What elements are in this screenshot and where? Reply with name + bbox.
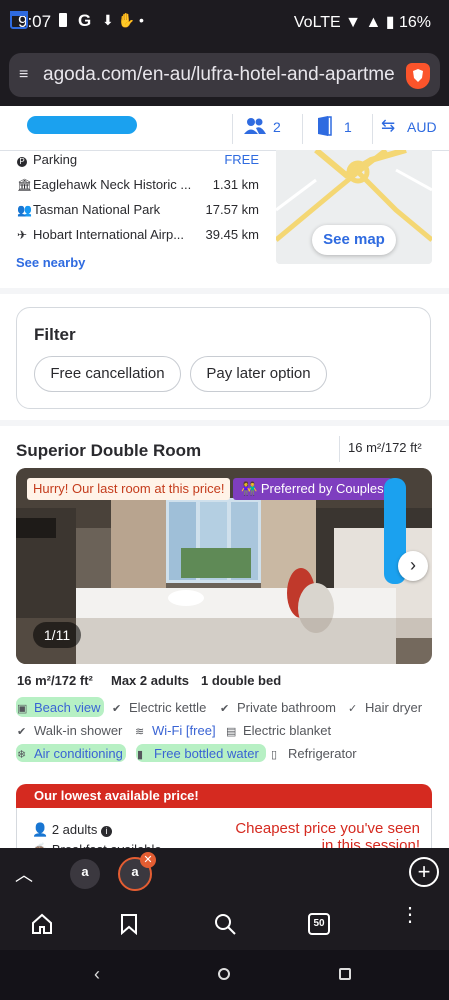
- couple-icon: 👫: [241, 481, 261, 496]
- amenity-item: ▣ Beach view: [17, 700, 101, 715]
- bottle-icon: ▮: [137, 749, 144, 761]
- photo-counter: 1/11: [33, 622, 81, 648]
- person-icon: 👤: [32, 822, 49, 837]
- lowest-price-banner: Our lowest available price!: [16, 784, 432, 808]
- close-tab-icon[interactable]: ✕: [140, 852, 156, 868]
- notification-icon: [59, 13, 67, 27]
- new-tab-icon[interactable]: +: [409, 857, 439, 887]
- pay-later-chip[interactable]: Pay later option: [190, 356, 327, 392]
- nearby-item: ✈ Hobart International Airp...: [17, 227, 184, 242]
- airplane-icon: ✈: [17, 228, 28, 242]
- room-title: Superior Double Room: [16, 441, 202, 460]
- room-count[interactable]: 1: [344, 119, 352, 135]
- divider: [302, 114, 303, 144]
- recents-icon[interactable]: [339, 968, 351, 980]
- browser-toolbar: ≡ agoda.com/en-au/lufra-hotel-and-apartm…: [0, 46, 449, 106]
- nearby-name: Tasman National Park: [33, 202, 161, 217]
- menu-icon[interactable]: ⋮: [400, 905, 420, 925]
- next-photo-button[interactable]: ›: [398, 551, 428, 581]
- chevron-up-icon[interactable]: ︿: [15, 861, 33, 887]
- see-map-button[interactable]: See map: [312, 225, 396, 255]
- site-settings-icon[interactable]: ≡: [19, 66, 39, 84]
- park-icon: 👥: [17, 203, 32, 217]
- nearby-name: Parking: [33, 152, 78, 167]
- preferred-by-couples-badge: 👫 Preferred by Couples: [233, 478, 392, 500]
- see-nearby-link[interactable]: See nearby: [16, 255, 85, 270]
- browser-tab-strip: ︿ ✕ +: [0, 848, 449, 900]
- amenity-item: ✓ Hair dryer: [348, 700, 423, 715]
- status-notification-icons: ⬇ ✋ •: [102, 12, 144, 28]
- currency-exchange-icon: ⇆: [381, 116, 396, 135]
- info-icon[interactable]: i: [100, 826, 112, 837]
- nearby-name: Hobart International Airp...: [33, 227, 185, 242]
- home-icon[interactable]: [31, 913, 53, 940]
- tab-count-button[interactable]: 50: [308, 913, 330, 935]
- nearby-name: Eaglehawk Neck Historic ...: [33, 177, 192, 192]
- amenity-item: ▮ Free bottled water: [137, 746, 259, 761]
- nearby-item: P Parking: [17, 152, 77, 167]
- address-bar[interactable]: ≡ agoda.com/en-au/lufra-hotel-and-apartm…: [9, 53, 440, 97]
- check-icon: ✔: [112, 703, 122, 715]
- amenity-item: ✔ Private bathroom: [220, 700, 336, 715]
- divider: [339, 436, 340, 462]
- back-icon[interactable]: ‹: [94, 964, 100, 985]
- nearby-value: 17.57 km: [205, 202, 259, 217]
- amenity-item: ▤ Electric blanket: [226, 723, 332, 738]
- amenity-item: ▯ Refrigerator: [271, 746, 357, 761]
- check-icon: ✓: [348, 703, 358, 715]
- divider: [232, 114, 233, 144]
- url-text[interactable]: agoda.com/en-au/lufra-hotel-and-apartmen…: [43, 64, 395, 86]
- wifi-icon: ≋: [135, 726, 145, 738]
- browser-bottom-nav: 50 ⋮: [0, 900, 449, 950]
- last-room-badge: Hurry! Our last room at this price!: [27, 478, 231, 500]
- parking-icon: P: [17, 157, 27, 167]
- bookmark-icon[interactable]: [120, 913, 138, 940]
- nearby-item: 👥Tasman National Park: [17, 202, 160, 217]
- brave-shields-icon[interactable]: [406, 63, 430, 89]
- preferred-label: Preferred by Couples: [260, 481, 384, 496]
- nearby-value: FREE: [224, 152, 259, 167]
- check-icon: ✔: [220, 703, 230, 715]
- nearby-item: 🏛Eaglehawk Neck Historic ...: [17, 177, 191, 192]
- filter-title: Filter: [34, 325, 76, 344]
- dates-redacted[interactable]: [27, 116, 137, 134]
- google-icon: G: [78, 11, 92, 30]
- occupancy-info: 👤 2 adults i: [32, 822, 112, 838]
- check-icon: ✔: [17, 726, 27, 738]
- room-spec-occupancy: Max 2 adults: [111, 673, 190, 688]
- room-spec-size: 16 m²/172 ft²: [17, 673, 93, 688]
- amenity-item: ≋ Wi-Fi [free]: [135, 723, 216, 738]
- status-right-indicators: VoLTE ▼ ▲ ▮ 16%: [293, 14, 431, 31]
- nearby-value: 1.31 km: [212, 177, 259, 192]
- amenity-item: ✔ Electric kettle: [112, 700, 207, 715]
- adults-label: 2 adults: [51, 822, 98, 837]
- status-bar: 9:07 G ⬇ ✋ • VoLTE ▼ ▲ ▮ 16%: [0, 0, 449, 46]
- guest-count[interactable]: 2: [273, 119, 281, 135]
- electric-blanket-icon: ▤: [226, 726, 237, 738]
- room-door-icon: [318, 116, 332, 141]
- room-spec-bed: 1 double bed: [201, 673, 282, 688]
- refrigerator-icon: ▯: [271, 749, 278, 761]
- guests-icon: [244, 117, 266, 140]
- system-navigation-bar: ‹: [0, 950, 449, 1000]
- room-size-header: 16 m²/172 ft²: [348, 440, 422, 455]
- tab-agoda-1[interactable]: [70, 859, 100, 889]
- calendar-icon[interactable]: [10, 11, 28, 29]
- snowflake-icon: ❄: [17, 749, 27, 761]
- free-cancellation-chip[interactable]: Free cancellation: [34, 356, 181, 392]
- amenity-item: ✔ Walk-in shower: [17, 723, 123, 738]
- beach-view-icon: ▣: [17, 703, 28, 715]
- currency-selector[interactable]: AUD: [407, 119, 437, 135]
- nearby-value: 39.45 km: [205, 227, 259, 242]
- home-circle-icon[interactable]: [218, 968, 230, 980]
- landmark-icon: 🏛: [17, 178, 33, 192]
- section-divider: [0, 420, 449, 426]
- amenity-item: ❄ Air conditioning: [17, 746, 123, 761]
- section-divider: [0, 288, 449, 294]
- divider: [372, 114, 373, 144]
- search-icon[interactable]: [213, 912, 237, 941]
